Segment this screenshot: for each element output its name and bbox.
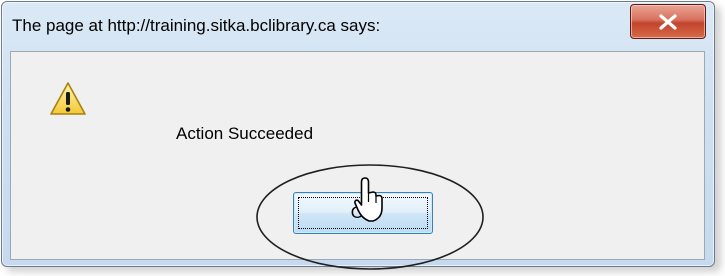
warning-icon [50,82,86,115]
close-button[interactable] [630,4,706,39]
alert-dialog: The page at http://training.sitka.bclibr… [1,1,715,267]
dialog-body: Action Succeeded OK [10,51,705,260]
close-icon [659,14,677,30]
dialog-title: The page at http://training.sitka.bclibr… [12,16,381,35]
title-bar[interactable]: The page at http://training.sitka.bclibr… [2,2,714,50]
dialog-message: Action Succeeded [176,124,314,143]
mouse-pointer-icon [354,177,383,222]
